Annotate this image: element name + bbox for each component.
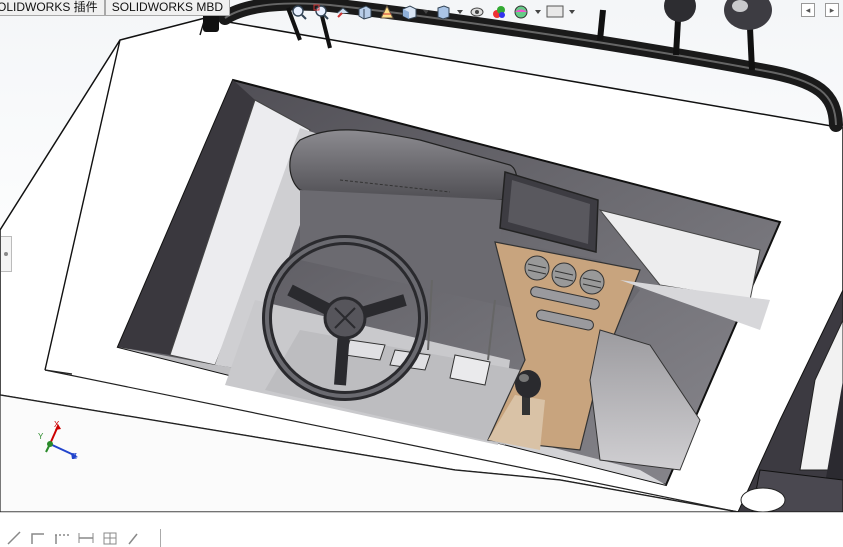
zoom-to-fit-icon[interactable] xyxy=(290,3,308,21)
chevron-down-icon[interactable] xyxy=(534,3,542,21)
arc-tool-icon[interactable] xyxy=(126,531,142,545)
chevron-down-icon[interactable] xyxy=(422,3,430,21)
tab-solidworks-mbd[interactable]: SOLIDWORKS MBD xyxy=(104,0,231,16)
tab-solidworks-addins[interactable]: OLIDWORKS 插件 xyxy=(0,0,105,16)
dotted-line-icon[interactable] xyxy=(54,531,70,545)
line-tool-icon[interactable] xyxy=(6,531,22,545)
graphics-area[interactable]: OLIDWORKS 插件 SOLIDWORKS MBD ◂ ▸ X Y Z xyxy=(0,0,843,512)
collapse-left-button[interactable]: ◂ xyxy=(801,3,815,17)
bottom-toolbar xyxy=(0,512,843,547)
reference-triad: X Y Z xyxy=(36,418,86,468)
rectangle-tool-icon[interactable] xyxy=(30,531,46,545)
dynamic-annotation-icon[interactable] xyxy=(378,3,396,21)
viewport-corner-buttons: ◂ ▸ xyxy=(801,3,839,17)
heads-up-view-toolbar xyxy=(290,0,576,24)
vehicle-model-3d[interactable] xyxy=(0,0,843,512)
panel-collapse-handle[interactable] xyxy=(1,236,12,272)
apply-scene-icon[interactable] xyxy=(512,3,530,21)
command-manager-tabs: OLIDWORKS 插件 SOLIDWORKS MBD xyxy=(0,0,231,16)
axis-x-label: X xyxy=(54,420,60,429)
chevron-down-icon[interactable] xyxy=(456,3,464,21)
chevron-down-icon[interactable] xyxy=(568,3,576,21)
axis-z-label: Z xyxy=(72,452,77,461)
grid-icon[interactable] xyxy=(102,531,118,545)
section-view-icon[interactable] xyxy=(356,3,374,21)
previous-view-icon[interactable] xyxy=(334,3,352,21)
view-settings-icon[interactable] xyxy=(546,3,564,21)
toolbar-divider xyxy=(160,529,161,547)
edit-appearance-icon[interactable] xyxy=(490,3,508,21)
zoom-area-icon[interactable] xyxy=(312,3,330,21)
view-orientation-icon[interactable] xyxy=(400,3,418,21)
axis-y-label: Y xyxy=(38,432,44,441)
dimension-icon[interactable] xyxy=(78,531,94,545)
display-style-icon[interactable] xyxy=(434,3,452,21)
hide-show-items-icon[interactable] xyxy=(468,3,486,21)
expand-right-button[interactable]: ▸ xyxy=(825,3,839,17)
